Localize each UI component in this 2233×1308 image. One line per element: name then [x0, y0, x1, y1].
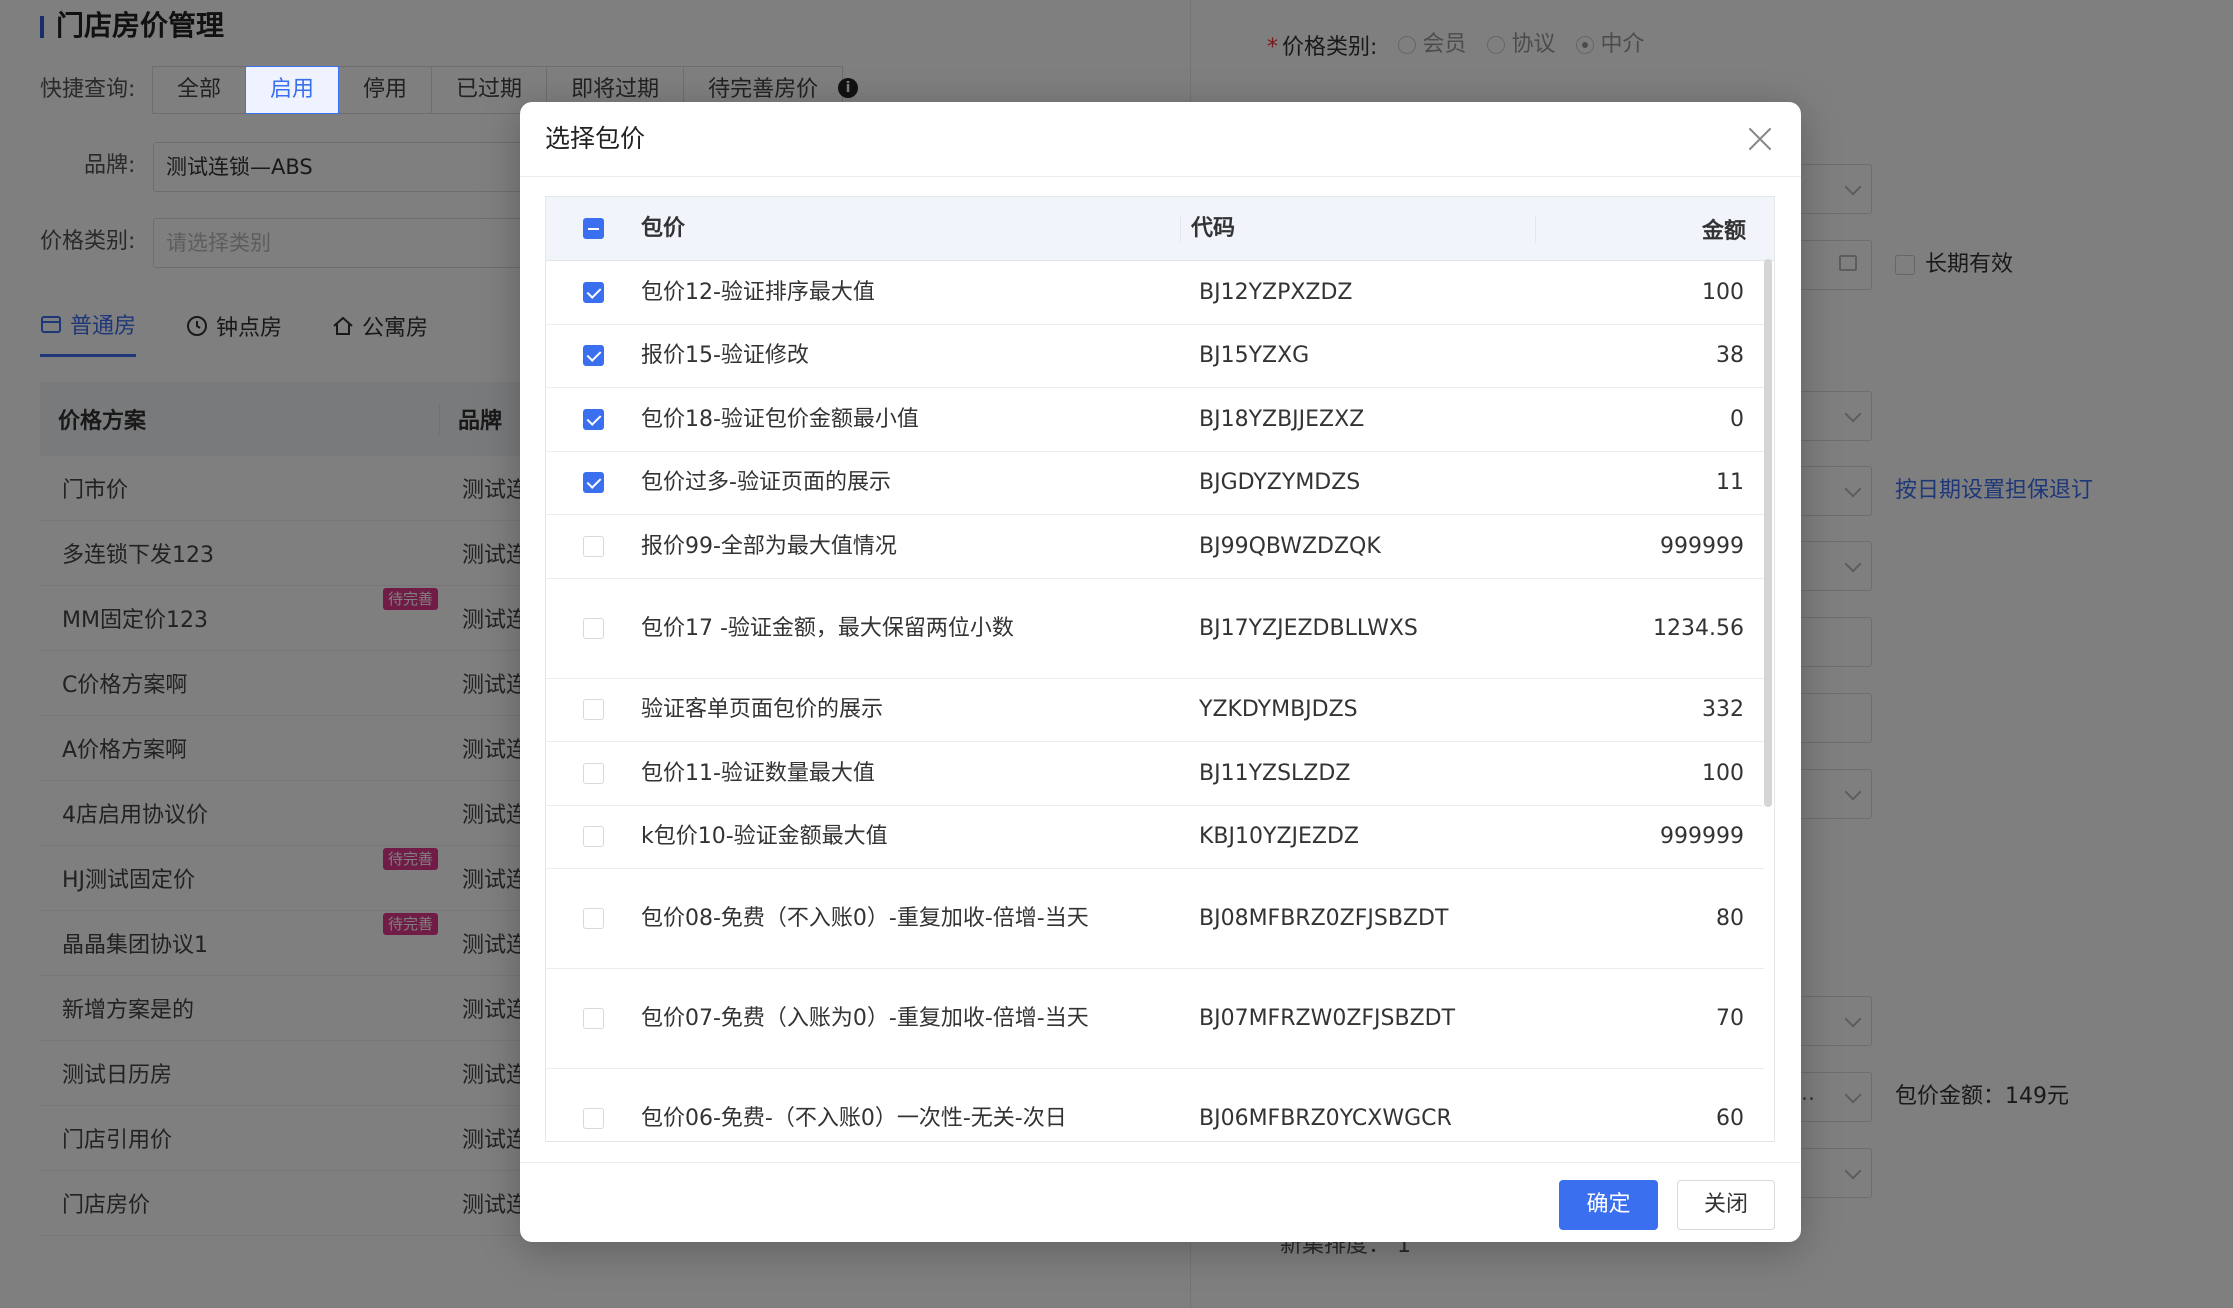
package-name: 验证客单页面包价的展示 — [641, 697, 884, 723]
package-row[interactable]: 报价15-验证修改 BJ15YZXG 38 — [546, 325, 1764, 388]
package-row[interactable]: 包价过多-验证页面的展示 BJGDYZYMDZS 11 — [546, 452, 1764, 515]
row-checkbox[interactable] — [583, 281, 604, 303]
package-table-header: 包价 代码 金额 — [546, 197, 1774, 261]
package-amount: 100 — [1702, 279, 1744, 305]
package-code: BJ06MFBRZ0YCXWGCR — [1199, 1106, 1452, 1131]
package-name: 包价07-免费（入账为0）-重复加收-倍增-当天 — [641, 1006, 1089, 1031]
row-checkbox[interactable] — [583, 826, 604, 848]
select-package-dialog: 选择包价 包价 代码 金额 包价12-验证排序最大值 BJ12YZPXZDZ 100… — [520, 102, 1801, 1242]
package-name: 报价99-全部为最大值情况 — [641, 533, 897, 559]
package-code: BJGDYZYMDZS — [1199, 470, 1361, 496]
row-checkbox[interactable] — [583, 1008, 604, 1029]
column-header-amount: 金额 — [1701, 218, 1746, 244]
package-amount: 332 — [1702, 697, 1744, 723]
package-name: k包价10-验证金额最大值 — [641, 824, 888, 850]
dialog-header: 选择包价 — [520, 102, 1801, 177]
package-row[interactable]: 包价07-免费（入账为0）-重复加收-倍增-当天 BJ07MFRZW0ZFJSBZ… — [546, 969, 1764, 1069]
package-table: 包价 代码 金额 包价12-验证排序最大值 BJ12YZPXZDZ 100 报价15-… — [545, 196, 1775, 1142]
package-code: BJ18YZBJJEZXZ — [1199, 406, 1365, 432]
row-checkbox[interactable] — [583, 472, 604, 494]
package-amount: 70 — [1716, 1006, 1744, 1031]
dialog-title: 选择包价 — [545, 124, 646, 153]
package-name: 包价17 -验证金额，最大保留两位小数 — [641, 615, 1014, 641]
package-name: 包价过多-验证页面的展示 — [641, 470, 891, 496]
package-amount: 60 — [1716, 1106, 1744, 1131]
package-row[interactable]: 包价12-验证排序最大值 BJ12YZPXZDZ 100 — [546, 261, 1764, 325]
column-header-code: 代码 — [1181, 214, 1536, 243]
table-scrollbar[interactable] — [1764, 259, 1772, 807]
package-table-body: 包价12-验证排序最大值 BJ12YZPXZDZ 100 报价15-验证修改 BJ15Y… — [546, 261, 1764, 1141]
package-amount: 1234.56 — [1653, 615, 1744, 641]
package-amount: 80 — [1716, 906, 1744, 931]
package-amount: 100 — [1702, 760, 1744, 786]
package-code: KBJ10YZJEZDZ — [1199, 824, 1359, 850]
column-header-package: 包价 — [641, 214, 1181, 243]
row-checkbox[interactable] — [583, 408, 604, 430]
package-row[interactable]: 包价08-免费（不入账0）-重复加收-倍增-当天 BJ08MFBRZ0ZFJSBZ… — [546, 869, 1764, 969]
close-icon[interactable] — [1747, 126, 1773, 152]
package-code: YZKDYMBJDZS — [1199, 697, 1358, 723]
close-button[interactable]: 关闭 — [1677, 1180, 1775, 1230]
row-checkbox[interactable] — [583, 908, 604, 929]
package-row[interactable]: 包价17 -验证金额，最大保留两位小数 BJ17YZJEZDBLLWXS 1234.… — [546, 579, 1764, 679]
select-all-checkbox[interactable] — [583, 218, 604, 239]
dialog-footer: 确定 关闭 — [520, 1162, 1801, 1242]
package-name: 包价08-免费（不入账0）-重复加收-倍增-当天 — [641, 906, 1089, 931]
row-checkbox[interactable] — [583, 535, 604, 557]
package-row[interactable]: k包价10-验证金额最大值 KBJ10YZJEZDZ 999999 — [546, 806, 1764, 869]
row-checkbox[interactable] — [583, 699, 604, 721]
package-code: BJ15YZXG — [1199, 343, 1310, 369]
package-amount: 999999 — [1660, 824, 1744, 850]
package-row[interactable]: 包价11-验证数量最大值 BJ11YZSLZDZ 100 — [546, 742, 1764, 806]
package-name: 包价06-免费-（不入账0）一次性-无关-次日 — [641, 1106, 1067, 1131]
package-name: 包价11-验证数量最大值 — [641, 760, 875, 786]
confirm-button[interactable]: 确定 — [1559, 1180, 1658, 1230]
package-code: BJ99QBWZDZQK — [1199, 533, 1381, 559]
row-checkbox[interactable] — [583, 762, 604, 784]
package-code: BJ07MFRZW0ZFJSBZDT — [1199, 1006, 1456, 1031]
row-checkbox[interactable] — [583, 345, 604, 367]
package-code: BJ08MFBRZ0ZFJSBZDT — [1199, 906, 1449, 931]
package-amount: 999999 — [1660, 533, 1744, 559]
package-amount: 38 — [1716, 343, 1744, 369]
package-row[interactable]: 报价99-全部为最大值情况 BJ99QBWZDZQK 999999 — [546, 515, 1764, 579]
package-name: 包价12-验证排序最大值 — [641, 279, 875, 305]
package-code: BJ17YZJEZDBLLWXS — [1199, 615, 1418, 641]
package-amount: 11 — [1716, 470, 1744, 496]
row-checkbox[interactable] — [583, 617, 604, 639]
row-checkbox[interactable] — [583, 1108, 604, 1129]
package-row[interactable]: 验证客单页面包价的展示 YZKDYMBJDZS 332 — [546, 679, 1764, 742]
package-code: BJ11YZSLZDZ — [1199, 760, 1351, 786]
package-row[interactable]: 包价06-免费-（不入账0）一次性-无关-次日 BJ06MFBRZ0YCXWGCR… — [546, 1069, 1764, 1141]
package-name: 报价15-验证修改 — [641, 343, 809, 369]
package-amount: 0 — [1730, 406, 1744, 432]
package-row[interactable]: 包价18-验证包价金额最小值 BJ18YZBJJEZXZ 0 — [546, 388, 1764, 452]
package-name: 包价18-验证包价金额最小值 — [641, 406, 919, 432]
quick-tab-enabled[interactable]: 启用 — [245, 66, 340, 114]
package-code: BJ12YZPXZDZ — [1199, 279, 1353, 305]
